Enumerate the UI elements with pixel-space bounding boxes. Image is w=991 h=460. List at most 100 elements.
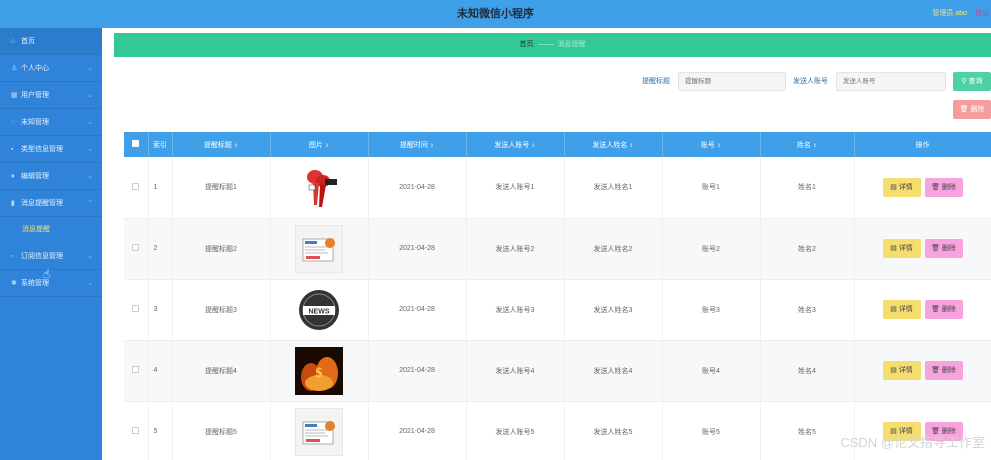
delete-button[interactable]: 🗑 删除 xyxy=(924,361,963,380)
chevron-down-icon: ⌄ xyxy=(87,253,93,260)
column-header-sender-account[interactable]: 发送人账号 ⇕ xyxy=(466,132,565,157)
news-badge-image: NEWS xyxy=(295,285,343,334)
column-header-account[interactable]: 账号 ⇕ xyxy=(662,132,761,157)
row-checkbox[interactable] xyxy=(132,244,140,251)
sort-icon[interactable]: ⇕ xyxy=(629,143,633,149)
chevron-down-icon: ⌄ xyxy=(87,65,93,72)
chevron-down-icon: ⌄ xyxy=(87,119,93,126)
sender-name-cell: 发送人姓名4 xyxy=(564,340,663,402)
detail-button[interactable]: ▤ 详情 xyxy=(882,361,921,380)
sidebar-item-label: 系统管理 xyxy=(21,280,49,287)
delete-button[interactable]: 🗑 删除 xyxy=(924,177,963,197)
search-sender-label: 发送人账号 xyxy=(793,78,828,85)
delete-label: 删除 xyxy=(941,367,956,374)
header-label: 发送人账号 xyxy=(494,141,530,149)
sidebar-item-home[interactable]: ⌂ 首页 xyxy=(0,28,102,55)
row-checkbox[interactable] xyxy=(132,182,140,190)
row-select-cell[interactable] xyxy=(124,279,149,341)
row-checkbox[interactable] xyxy=(132,366,140,373)
sidebar-item-edit[interactable]: ♦ 编辑管理 ⌄ xyxy=(0,163,102,190)
select-all-checkbox[interactable] xyxy=(132,140,140,147)
row-select-cell[interactable] xyxy=(124,401,149,460)
row-select-cell[interactable] xyxy=(124,157,149,219)
sidebar-item-label: 个人中心 xyxy=(21,65,49,72)
sort-icon[interactable]: ⇕ xyxy=(717,143,721,149)
row-select-cell[interactable] xyxy=(124,340,149,402)
sender-account-cell: 发送人账号5 xyxy=(466,401,565,460)
account-cell: 账号3 xyxy=(662,279,761,341)
delete-button[interactable]: 🗑 删除 xyxy=(924,239,963,258)
column-header-sender-name[interactable]: 发送人姓名 ⇕ xyxy=(564,132,663,157)
sidebar-item-users[interactable]: ▦ 用户管理 ⌄ xyxy=(0,82,102,109)
index-cell: 1 xyxy=(148,157,173,219)
actions-cell: ▤ 详情 🗑 删除 xyxy=(854,279,991,341)
svg-text:NEWS: NEWS xyxy=(309,308,330,315)
detail-button[interactable]: ▤ 详情 xyxy=(882,300,921,319)
chevron-down-icon: ⌄ xyxy=(87,92,93,99)
sort-icon[interactable]: ⇕ xyxy=(813,143,817,149)
time-cell: 2021-04-28 xyxy=(368,340,467,402)
column-header-title[interactable]: 提醒标题 ⇕ xyxy=(172,132,271,157)
account-cell: 账号2 xyxy=(662,218,761,280)
sender-account-cell: 发送人账号1 xyxy=(466,157,565,219)
sort-icon[interactable]: ⇕ xyxy=(234,143,238,149)
delete-label: 删除 xyxy=(941,306,956,313)
image-cell: $ xyxy=(270,340,369,402)
image-cell xyxy=(270,401,369,460)
chevron-down-icon: ⌄ xyxy=(87,146,93,153)
pin-icon: ♦ xyxy=(11,173,15,180)
sidebar-item-subscriptions[interactable]: ▫ 订阅信息管理 ⌄ xyxy=(0,243,102,270)
time-cell: 2021-04-28 xyxy=(368,401,467,460)
breadcrumb-home[interactable]: 首页 xyxy=(520,41,534,48)
batch-delete-button[interactable]: 🗑 删除 xyxy=(953,100,991,119)
column-header-actions: 操作 xyxy=(854,132,991,157)
account-cell: 账号5 xyxy=(662,401,761,460)
breadcrumb: 首页 消息提醒 xyxy=(114,33,991,57)
actions-cell: ▤ 详情 🗑 删除 xyxy=(854,157,991,219)
sidebar-item-label: 订阅信息管理 xyxy=(21,253,63,260)
admin-label: 管理员 abo xyxy=(932,10,967,17)
detail-icon: ▤ xyxy=(890,367,897,374)
logout-link[interactable]: 退出 xyxy=(975,0,989,28)
sort-icon[interactable]: ⇕ xyxy=(531,143,535,149)
trash-icon: 🗑 xyxy=(931,306,940,313)
delete-button[interactable]: 🗑 删除 xyxy=(924,300,963,319)
table-header-row: 索引 提醒标题 ⇕ 图片 ⇕ 提醒时间 ⇕ 发送人账号 ⇕ 发送人姓名 ⇕ 账号 ⇕ 姓名 ⇕… xyxy=(124,132,991,157)
column-header-name[interactable]: 姓名 ⇕ xyxy=(760,132,855,157)
header-label: 图片 xyxy=(308,141,323,149)
detail-button[interactable]: ▤ 详情 xyxy=(882,177,921,197)
select-all-cell[interactable] xyxy=(124,132,149,157)
column-header-time[interactable]: 提醒时间 ⇕ xyxy=(368,132,467,157)
row-select-cell[interactable] xyxy=(124,218,149,280)
name-cell: 姓名3 xyxy=(760,279,855,341)
image-cell: NEWS xyxy=(270,279,369,341)
sidebar-item-label: 编辑管理 xyxy=(21,173,49,180)
sort-icon[interactable]: ⇕ xyxy=(325,143,329,149)
chevron-down-icon: ⌄ xyxy=(87,280,93,287)
detail-label: 详情 xyxy=(898,183,913,191)
sidebar-item-unknown[interactable]: ◌ 未知管理 ⌄ xyxy=(0,109,102,136)
search-sender-input[interactable] xyxy=(836,72,946,91)
header-label: 操作 xyxy=(915,141,930,149)
column-header-image[interactable]: 图片 ⇕ xyxy=(270,132,369,157)
sort-icon[interactable]: ⇕ xyxy=(430,143,434,149)
gear-icon: ✱ xyxy=(11,280,17,287)
top-bar: 未知微信小程序 管理员 abo 退出 xyxy=(0,0,991,28)
sidebar-subitem-reminder[interactable]: 消息提醒 xyxy=(0,217,102,243)
sidebar-item-message-reminder[interactable]: ▮ 消息提醒管理 ⌃ xyxy=(0,190,102,217)
search-button[interactable]: ⚲ 查询 xyxy=(953,72,991,91)
reminder-table: 索引 提醒标题 ⇕ 图片 ⇕ 提醒时间 ⇕ 发送人账号 ⇕ 发送人姓名 ⇕ 账号 ⇕ 姓名 ⇕… xyxy=(124,132,991,460)
sidebar-item-system[interactable]: ✱ 系统管理 ⌄ xyxy=(0,270,102,297)
row-checkbox[interactable] xyxy=(132,427,140,434)
doc-icon: ▫ xyxy=(11,253,14,260)
row-checkbox[interactable] xyxy=(132,305,140,312)
sidebar-item-profile[interactable]: ♙ 个人中心 ⌄ xyxy=(0,55,102,82)
time-cell: 2021-04-28 xyxy=(368,157,467,219)
sidebar-item-types[interactable]: ▪ 类型信息管理 ⌄ xyxy=(0,136,102,163)
search-title-input[interactable] xyxy=(678,72,786,91)
table-row: 5 提醒标题5 2021-04-28 发送人账号5 发送人姓名5 账号5 姓名5 ▤ 详情 🗑 … xyxy=(124,401,991,460)
title-cell: 提醒标题3 xyxy=(172,279,271,341)
newspaper-image xyxy=(295,407,343,456)
detail-button[interactable]: ▤ 详情 xyxy=(882,239,921,258)
fire-dollar-image: $ xyxy=(295,346,343,395)
